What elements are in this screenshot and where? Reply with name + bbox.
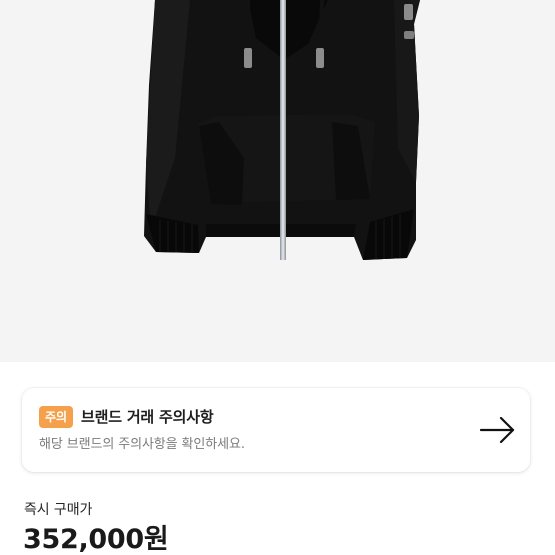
right-drawstring (318, 0, 324, 55)
sleeve-patch (404, 31, 414, 39)
product-detail-page: 주의 브랜드 거래 주의사항 해당 브랜드의 주의사항을 확인하세요. 즉시 구… (0, 0, 555, 555)
arrow-right-icon[interactable] (479, 415, 517, 445)
right-aglet (316, 48, 324, 68)
instant-buy-price-label: 즉시 구매가 (24, 502, 93, 518)
notice-description: 해당 브랜드의 주의사항을 확인하세요. (39, 437, 245, 452)
zip-hoodie-illustration (144, 0, 420, 260)
notice-title: 브랜드 거래 주의사항 (81, 408, 214, 426)
product-image[interactable] (0, 0, 555, 362)
instant-buy-price: 352,000원 (23, 524, 169, 555)
caution-badge: 주의 (39, 406, 73, 428)
left-aglet (244, 48, 252, 68)
zipper-highlight (281, 0, 285, 260)
sleeve-tag (404, 4, 413, 20)
brand-notice-card[interactable]: 주의 브랜드 거래 주의사항 해당 브랜드의 주의사항을 확인하세요. (22, 388, 530, 472)
